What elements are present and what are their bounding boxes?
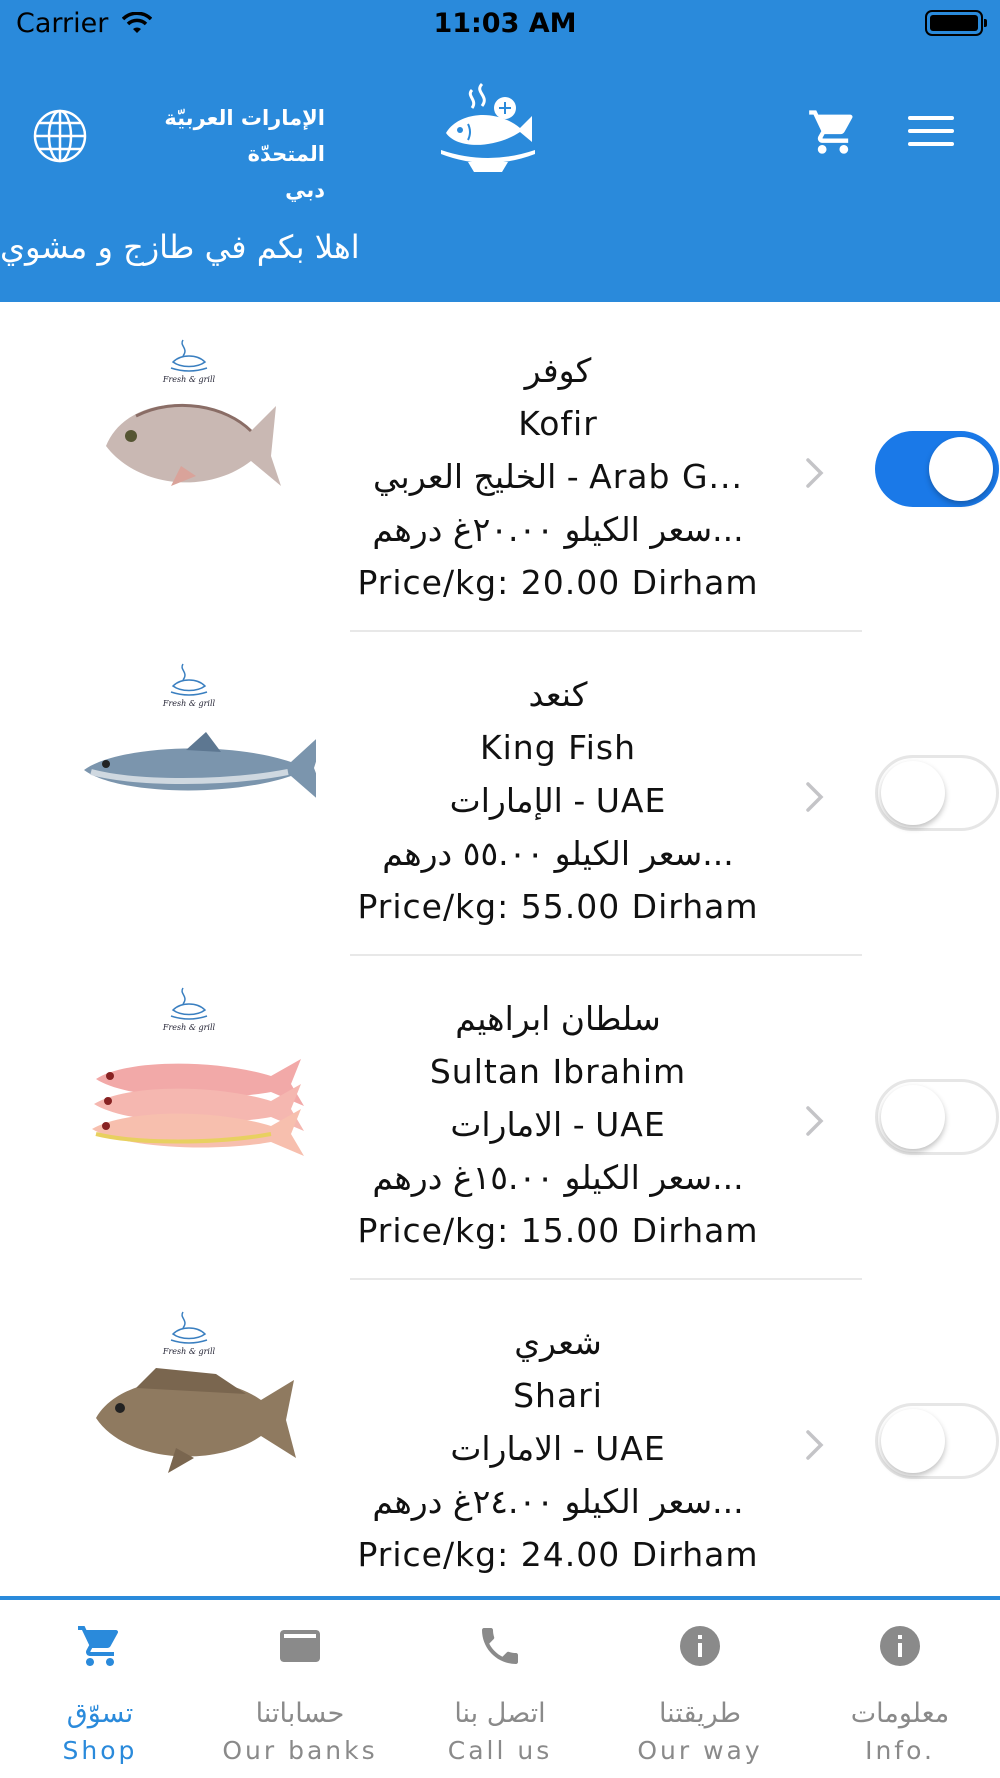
cart-icon[interactable] — [806, 106, 860, 158]
card-icon — [276, 1622, 324, 1674]
svg-text:Fresh & grill: Fresh & grill — [162, 1023, 216, 1032]
country-label: الإمارات العربيّة المتحدّة — [164, 106, 325, 166]
product-row[interactable]: Fresh & grill شعري Shari الامارات - UAE سعر … — [0, 1280, 1000, 1604]
tab-label-en: Our banks — [222, 1736, 378, 1765]
product-details: كنعد King Fish الإمارات - UAE سعر الكيلو ٥٥… — [340, 668, 776, 933]
product-list: Fresh & grill كوفر Kofir الخليج العربي - Ar… — [0, 308, 1000, 1604]
product-name-en: Sultan Ibrahim — [429, 1052, 687, 1091]
fish-image: Fresh & grill — [76, 660, 330, 840]
select-toggle[interactable] — [875, 1079, 999, 1155]
hamburger-menu-icon[interactable] — [908, 116, 954, 155]
product-row[interactable]: Fresh & grill كنعد King Fish الإمارات - UAE… — [0, 632, 1000, 956]
tab-label-en: Shop — [62, 1736, 138, 1765]
svg-text:Fresh & grill: Fresh & grill — [162, 699, 216, 708]
tab-label-en: Info. — [865, 1736, 935, 1765]
tab-call-us[interactable]: اتصل بنا Call us — [400, 1600, 600, 1778]
welcome-text: اهلا بكم في طازج و مشوي — [0, 228, 360, 266]
battery-icon — [925, 10, 987, 36]
product-row[interactable]: Fresh & grill سلطان ابراهيم Sultan Ibrahim… — [0, 956, 1000, 1280]
svg-text:Fresh & grill: Fresh & grill — [162, 1347, 216, 1356]
app-header: Carrier 11:03 AM الإمارات العربيّة المتح… — [0, 0, 1000, 302]
fish-image: Fresh & grill — [76, 336, 316, 516]
status-bar: Carrier 11:03 AM — [0, 0, 1000, 50]
tab-label-ar: معلومات — [850, 1698, 950, 1729]
product-price-ar: سعر الكيلو ٢٠.٠٠غ درهم... — [372, 510, 744, 549]
tab-label-ar: اتصل بنا — [454, 1698, 546, 1729]
city-label: دبي — [285, 178, 325, 202]
product-price-en: Price/kg: 24.00 Dirham — [357, 1535, 759, 1574]
product-name-ar: كوفر — [524, 351, 592, 390]
product-name-en: Shari — [513, 1376, 603, 1415]
bottom-tab-bar: تسوّق Shop حساباتنا Our banks اتصل بنا Call u… — [0, 1596, 1000, 1778]
tab-info[interactable]: معلومات Info. — [800, 1600, 1000, 1778]
product-name-ar: سلطان ابراهيم — [455, 999, 661, 1038]
product-price-en: Price/kg: 15.00 Dirham — [357, 1211, 759, 1250]
chevron-right-icon[interactable] — [804, 1104, 826, 1138]
chevron-right-icon[interactable] — [804, 1428, 826, 1462]
product-name-ar: كنعد — [528, 675, 588, 714]
phone-icon — [476, 1622, 524, 1674]
product-row[interactable]: Fresh & grill كوفر Kofir الخليج العربي - Ar… — [0, 308, 1000, 632]
chevron-right-icon[interactable] — [804, 456, 826, 490]
product-origin: الخليج العربي - Arab G... — [373, 457, 743, 496]
location-selector[interactable]: الإمارات العربيّة المتحدّة دبي — [95, 100, 325, 208]
product-origin: الإمارات - UAE — [449, 781, 667, 820]
product-name-en: King Fish — [479, 728, 637, 767]
globe-icon[interactable] — [32, 108, 88, 164]
product-details: سلطان ابراهيم Sultan Ibrahim الامارات - UA… — [340, 992, 776, 1257]
select-toggle[interactable] — [875, 431, 999, 507]
tab-label-ar: طريقتنا — [658, 1698, 742, 1729]
fish-image: Fresh & grill — [76, 984, 316, 1164]
product-price-ar: سعر الكيلو ١٥.٠٠غ درهم... — [372, 1158, 744, 1197]
cart-icon — [76, 1622, 124, 1674]
tab-label-en: Call us — [447, 1736, 553, 1765]
product-name-ar: شعري — [514, 1323, 602, 1362]
fish-image: Fresh & grill — [76, 1308, 316, 1488]
product-price-ar: سعر الكيلو ٥٥.٠٠ درهم... — [382, 834, 734, 873]
product-details: شعري Shari الامارات - UAE سعر الكيلو ٢٤.٠٠غ… — [340, 1316, 776, 1581]
product-price-en: Price/kg: 20.00 Dirham — [357, 563, 759, 602]
select-toggle[interactable] — [875, 755, 999, 831]
product-price-ar: سعر الكيلو ٢٤.٠٠غ درهم... — [372, 1482, 744, 1521]
tab-our-banks[interactable]: حساباتنا Our banks — [200, 1600, 400, 1778]
tab-label-en: Our way — [637, 1736, 763, 1765]
product-name-en: Kofir — [518, 404, 598, 443]
tab-label-ar: تسوّق — [66, 1698, 134, 1729]
tab-shop[interactable]: تسوّق Shop — [0, 1600, 200, 1778]
tab-our-way[interactable]: طريقتنا Our way — [600, 1600, 800, 1778]
clock: 11:03 AM — [433, 8, 577, 39]
product-origin: الامارات - UAE — [450, 1105, 666, 1144]
info-icon — [676, 1622, 724, 1674]
select-toggle[interactable] — [875, 1403, 999, 1479]
fish-plate-logo — [441, 82, 535, 172]
product-details: كوفر Kofir الخليج العربي - Arab G... سعر ال… — [340, 344, 776, 609]
product-origin: الامارات - UAE — [450, 1429, 666, 1468]
chevron-right-icon[interactable] — [804, 780, 826, 814]
svg-text:Fresh & grill: Fresh & grill — [162, 375, 216, 384]
info-icon — [876, 1622, 924, 1674]
tab-label-ar: حساباتنا — [255, 1698, 345, 1729]
product-price-en: Price/kg: 55.00 Dirham — [357, 887, 759, 926]
